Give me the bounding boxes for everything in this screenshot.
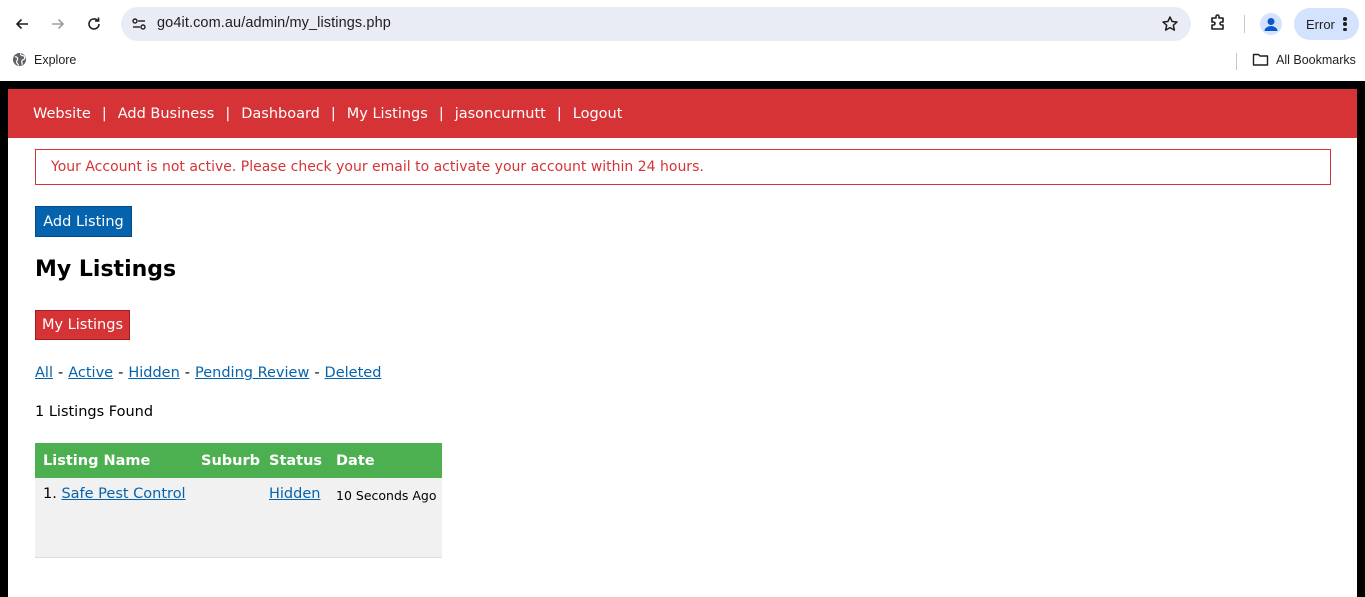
profile-avatar-icon[interactable] [1260, 13, 1282, 35]
my-listings-button[interactable]: My Listings [35, 310, 130, 340]
menu-kebab-icon[interactable] [1343, 17, 1347, 31]
reload-icon [88, 17, 100, 30]
globe-icon [12, 52, 27, 67]
bookmarks-divider [1236, 53, 1237, 70]
nav-separator: | [438, 105, 444, 122]
nav-website[interactable]: Website [33, 106, 91, 122]
cell-listing-name: 1. Safe Pest Control [35, 486, 193, 502]
nav-add-business[interactable]: Add Business [118, 106, 215, 122]
page-title: My Listings [35, 257, 177, 282]
filter-hidden[interactable]: Hidden [128, 365, 179, 381]
page-body: Website | Add Business | Dashboard | My … [8, 89, 1357, 597]
nav-separator: | [225, 105, 231, 122]
arrow-right-icon [52, 18, 65, 30]
status-filters: All - Active - Hidden - Pending Review - Deleted [35, 365, 381, 381]
filter-separator: - [57, 365, 64, 381]
filter-pending-review[interactable]: Pending Review [195, 365, 309, 381]
arrow-left-icon [15, 18, 28, 30]
cell-date: 10 Seconds Ago [336, 488, 437, 503]
admin-top-nav: Website | Add Business | Dashboard | My … [8, 89, 1357, 138]
profile-error-label: Error [1306, 16, 1335, 32]
nav-my-listings[interactable]: My Listings [347, 106, 428, 122]
bookmarks-bar: Explore All Bookmarks [0, 48, 1365, 76]
toolbar-divider [1244, 15, 1245, 33]
alert-message: Your Account is not active. Please check… [51, 159, 704, 175]
forward-button[interactable] [46, 12, 70, 36]
column-header-status: Status [269, 452, 323, 469]
bookmark-all-bookmarks[interactable]: All Bookmarks [1252, 52, 1356, 67]
column-header-date: Date [336, 452, 375, 469]
site-info-icon[interactable] [129, 14, 149, 34]
status-link[interactable]: Hidden [269, 486, 320, 502]
filter-separator: - [184, 365, 190, 381]
listings-table: Listing Name Suburb Status Date 1. Safe … [35, 443, 442, 558]
browser-toolbar: go4it.com.au/admin/my_listings.php Error [0, 0, 1365, 48]
folder-icon [1252, 53, 1269, 66]
listing-name-link[interactable]: Safe Pest Control [61, 486, 185, 502]
nav-separator: | [330, 105, 336, 122]
bookmark-explore-label: Explore [34, 52, 77, 67]
table-header: Listing Name Suburb Status Date [35, 443, 442, 478]
bookmark-explore[interactable]: Explore [12, 52, 76, 67]
bookmark-star-icon[interactable] [1161, 15, 1179, 33]
bookmark-all-label: All Bookmarks [1276, 52, 1356, 67]
filter-active[interactable]: Active [68, 365, 113, 381]
back-button[interactable] [10, 12, 34, 36]
listings-count: 1 Listings Found [35, 404, 154, 420]
cell-status: Hidden [261, 486, 328, 502]
address-bar[interactable]: go4it.com.au/admin/my_listings.php [121, 7, 1191, 41]
nav-username[interactable]: jasoncurnutt [455, 106, 546, 122]
profile-error-chip[interactable]: Error [1294, 8, 1359, 40]
column-header-listing-name: Listing Name [43, 452, 151, 469]
filter-all[interactable]: All [35, 365, 53, 381]
filter-separator: - [314, 365, 320, 381]
filter-deleted[interactable]: Deleted [325, 365, 382, 381]
extensions-icon[interactable] [1208, 13, 1228, 33]
filter-separator: - [118, 365, 124, 381]
url-text[interactable]: go4it.com.au/admin/my_listings.php [157, 15, 391, 31]
column-header-suburb: Suburb [201, 452, 260, 469]
account-inactive-alert: Your Account is not active. Please check… [35, 149, 1331, 185]
add-listing-button[interactable]: Add Listing [35, 206, 132, 237]
table-row: 1. Safe Pest Control Hidden 10 Seconds A… [35, 478, 442, 558]
nav-separator: | [556, 105, 562, 122]
row-index: 1. [43, 486, 57, 502]
nav-logout[interactable]: Logout [573, 106, 623, 122]
page-viewport: Website | Add Business | Dashboard | My … [0, 81, 1365, 597]
reload-button[interactable] [82, 12, 106, 36]
nav-separator: | [101, 105, 107, 122]
nav-dashboard[interactable]: Dashboard [241, 106, 320, 122]
